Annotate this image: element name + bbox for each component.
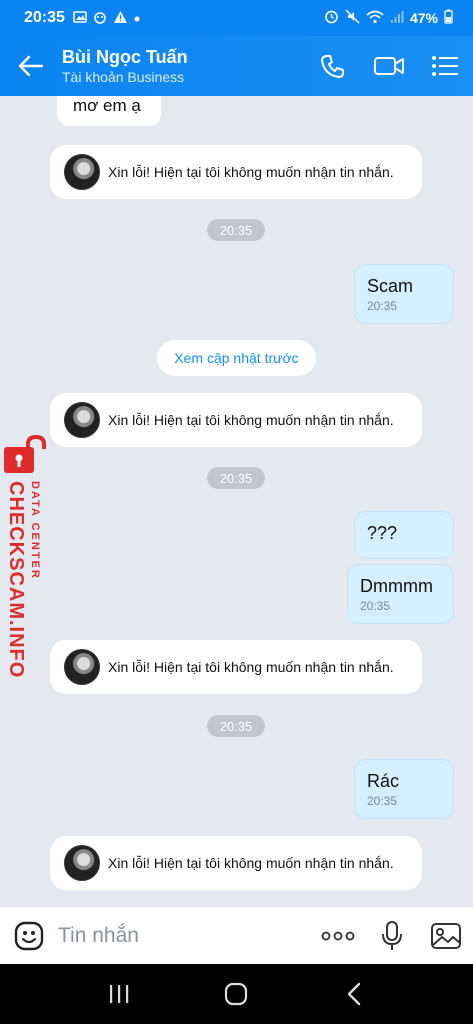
watermark-main-text: CHECKSCAM.INFO — [5, 481, 27, 679]
wifi-icon — [366, 10, 384, 27]
more-dots-icon — [321, 931, 355, 940]
warning-icon — [113, 10, 128, 26]
incoming-message-text: mơ em ạ — [73, 96, 141, 115]
auto-reply-text: Xin lỗi! Hiện tại tôi không muốn nhận ti… — [108, 164, 394, 180]
home-icon — [225, 982, 248, 1006]
phone-icon — [321, 55, 344, 78]
auto-reply-message[interactable]: Xin lỗi! Hiện tại tôi không muốn nhận ti… — [50, 836, 422, 890]
video-camera-icon — [374, 57, 404, 75]
status-icons-left — [73, 10, 140, 26]
more-options-button[interactable] — [311, 907, 365, 965]
auto-reply-message[interactable]: Xin lỗi! Hiện tại tôi không muốn nhận ti… — [50, 145, 422, 199]
signal-icon — [390, 10, 404, 27]
microphone-icon — [382, 920, 402, 950]
message-text: Rác — [367, 771, 400, 791]
message-text: Scam — [367, 276, 414, 296]
avatar — [64, 845, 100, 881]
voice-call-button[interactable] — [305, 36, 361, 96]
home-button[interactable] — [206, 964, 266, 1024]
emoji-button[interactable] — [0, 907, 58, 965]
status-time: 20:35 — [24, 9, 65, 26]
time-chip: 20:35 — [207, 715, 265, 737]
auto-reply-message[interactable]: Xin lỗi! Hiện tại tôi không muốn nhận ti… — [50, 393, 422, 447]
load-previous-button[interactable]: Xem cập nhật trước — [157, 340, 316, 376]
chat-area[interactable]: mơ em ạ Xin lỗi! Hiện tại tôi không muốn… — [0, 96, 473, 906]
status-icons-right: 47% — [324, 9, 453, 27]
contact-name: Bùi Ngọc Tuấn — [62, 47, 188, 67]
gallery-notification-icon — [73, 10, 87, 26]
chat-title-block[interactable]: Bùi Ngọc Tuấn Tài khoản Business — [62, 46, 305, 86]
lock-icon — [4, 434, 46, 473]
recent-apps-icon — [109, 985, 129, 1003]
list-menu-icon — [432, 56, 458, 76]
avatar — [64, 402, 100, 438]
back-nav-button[interactable] — [324, 964, 384, 1024]
incoming-message[interactable]: mơ em ạ — [57, 96, 161, 126]
video-call-button[interactable] — [361, 36, 417, 96]
outgoing-message[interactable]: Rác 20:35 — [354, 759, 454, 819]
avatar — [64, 649, 100, 685]
dot-icon — [134, 12, 140, 24]
back-button[interactable] — [0, 36, 62, 96]
status-bar: 20:35 47% — [0, 0, 473, 36]
mute-icon — [345, 9, 360, 27]
message-time: 20:35 — [367, 794, 398, 808]
outgoing-message[interactable]: ??? — [354, 511, 454, 559]
chevron-left-icon — [347, 982, 361, 1006]
arrow-left-icon — [18, 55, 44, 77]
auto-reply-message[interactable]: Xin lỗi! Hiện tại tôi không muốn nhận ti… — [50, 640, 422, 694]
sticker-face-icon — [14, 921, 44, 950]
message-text: ??? — [367, 523, 398, 543]
outgoing-message[interactable]: Scam 20:35 — [354, 264, 454, 324]
watermark-sub-text: DATA CENTER — [29, 481, 41, 580]
time-chip: 20:35 — [207, 219, 265, 241]
app-notification-icon — [93, 10, 107, 26]
auto-reply-text: Xin lỗi! Hiện tại tôi không muốn nhận ti… — [108, 412, 394, 428]
avatar — [64, 154, 100, 190]
gallery-button[interactable] — [419, 907, 473, 965]
time-chip: 20:35 — [207, 467, 265, 489]
outgoing-message[interactable]: Dmmmm 20:35 — [347, 564, 454, 624]
system-nav-bar — [0, 964, 473, 1024]
message-input[interactable]: Tin nhắn — [58, 924, 311, 948]
recent-apps-button[interactable] — [89, 964, 149, 1024]
voice-record-button[interactable] — [365, 907, 419, 965]
chat-header: Bùi Ngọc Tuấn Tài khoản Business — [0, 36, 473, 96]
message-text: Dmmmm — [360, 576, 433, 596]
watermark: CHECKSCAM.INFO DATA CENTER — [2, 434, 50, 678]
message-time: 20:35 — [360, 599, 391, 613]
message-time: 20:35 — [367, 299, 398, 313]
account-type: Tài khoản Business — [62, 69, 185, 85]
auto-reply-text: Xin lỗi! Hiện tại tôi không muốn nhận ti… — [108, 659, 394, 675]
alarm-icon — [324, 9, 339, 27]
image-icon — [431, 922, 461, 949]
battery-icon — [444, 9, 453, 27]
menu-button[interactable] — [417, 36, 473, 96]
message-input-bar: Tin nhắn — [0, 906, 473, 964]
auto-reply-text: Xin lỗi! Hiện tại tôi không muốn nhận ti… — [108, 855, 394, 871]
battery-percent: 47% — [409, 10, 438, 26]
